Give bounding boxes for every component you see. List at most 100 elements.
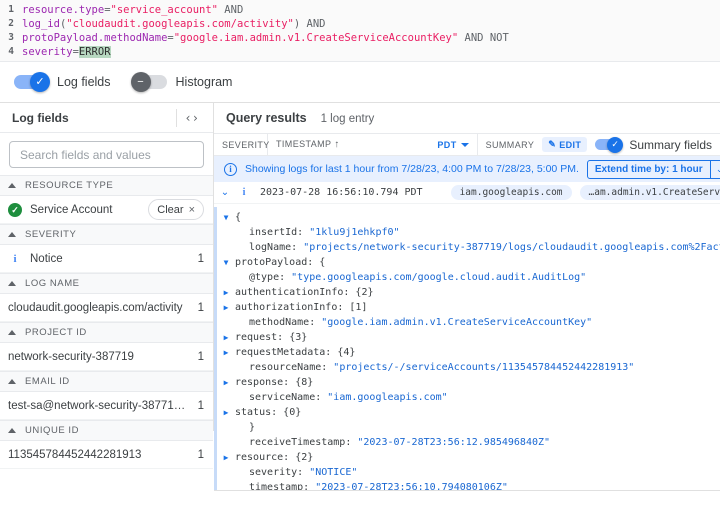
field-value-row[interactable]: ✓Service AccountClear× bbox=[0, 196, 213, 224]
json-brace: {8} bbox=[295, 377, 313, 388]
summary-chips: iam.googleapis.com …am.admin.v1.CreateSer… bbox=[451, 185, 720, 200]
severity-notice-icon: i bbox=[8, 253, 22, 265]
field-group-header[interactable]: RESOURCE TYPE bbox=[0, 175, 213, 196]
log-entry-timestamp: 2023-07-28 16:56:10.794 PDT bbox=[260, 187, 423, 198]
clear-label: Clear bbox=[157, 204, 183, 216]
summary-chip[interactable]: iam.googleapis.com bbox=[451, 185, 572, 200]
expand-triangle-icon[interactable] bbox=[217, 300, 235, 315]
field-value-label: cloudaudit.googleapis.com/activity bbox=[8, 302, 192, 314]
json-line-content: { bbox=[235, 210, 241, 225]
json-brace: {2} bbox=[295, 452, 313, 463]
json-line-content: resource: {2} bbox=[235, 450, 313, 465]
json-value: "2023-07-28T23:56:12.985496840Z" bbox=[357, 437, 550, 448]
view-toggle-bar: ✓ Log fields − Histogram bbox=[0, 62, 720, 103]
field-value-count: 1 bbox=[198, 400, 204, 412]
chevron-down-icon bbox=[461, 143, 469, 147]
line-number: 1 bbox=[0, 3, 22, 17]
severity-notice-icon: i bbox=[236, 187, 252, 198]
log-fields-toggle-group[interactable]: ✓ Log fields bbox=[14, 75, 111, 89]
json-line: resource: {2} bbox=[217, 450, 720, 465]
toggle-knob-icon: ✓ bbox=[30, 72, 50, 92]
query-editor[interactable]: 1resource.type="service_account" AND2log… bbox=[0, 0, 720, 62]
line-number: 3 bbox=[0, 31, 22, 45]
json-line-content: authenticationInfo: {2} bbox=[235, 285, 373, 300]
json-brace: [1] bbox=[349, 302, 367, 313]
query-line-code: protoPayload.methodName="google.iam.admi… bbox=[22, 31, 509, 45]
log-entry-row[interactable]: ⌄ i 2023-07-28 16:56:10.794 PDT iam.goog… bbox=[214, 182, 720, 204]
json-brace: {2} bbox=[355, 287, 373, 298]
json-key: methodName: bbox=[249, 317, 321, 328]
collapse-triangle-icon[interactable] bbox=[217, 210, 235, 225]
expand-entry-icon[interactable]: ⌄ bbox=[214, 187, 236, 198]
histogram-toggle[interactable]: − bbox=[133, 75, 167, 89]
expand-triangle-icon[interactable] bbox=[217, 330, 235, 345]
clear-filter-button[interactable]: Clear× bbox=[148, 199, 204, 220]
time-range-info-bar: i Showing logs for last 1 hour from 7/28… bbox=[214, 156, 720, 182]
column-header-timestamp[interactable]: TIMESTAMP ↑ PDT bbox=[268, 134, 478, 155]
field-value-row[interactable]: 1135457844524422819131 bbox=[0, 441, 213, 469]
code-view-icon[interactable]: ‹› bbox=[176, 109, 207, 127]
sort-ascending-icon[interactable]: ↑ bbox=[334, 139, 339, 150]
log-entry-json[interactable]: {insertId: "1klu9j1ehkpf0"logName: "proj… bbox=[214, 207, 720, 490]
field-value-row[interactable]: network-security-3877191 bbox=[0, 343, 213, 371]
field-group-header[interactable]: SEVERITY bbox=[0, 224, 213, 245]
query-token-kw: AND NOT bbox=[458, 32, 509, 44]
json-line: logName: "projects/network-security-3877… bbox=[217, 240, 720, 255]
expand-triangle-icon[interactable] bbox=[217, 375, 235, 390]
query-line: 4severity=ERROR bbox=[0, 45, 720, 59]
twisty-spacer bbox=[217, 225, 235, 240]
summary-fields-label: Summary fields bbox=[629, 138, 712, 152]
json-value: "1klu9j1ehkpf0" bbox=[309, 227, 399, 238]
field-value-row[interactable]: cloudaudit.googleapis.com/activity 1 bbox=[0, 294, 213, 322]
extend-time-button[interactable]: Extend time by: 1 hour ⌄ bbox=[587, 160, 720, 179]
field-value-label: Notice bbox=[30, 253, 192, 265]
edit-summary-button[interactable]: ✎ EDIT bbox=[542, 137, 587, 152]
field-value-count: 1 bbox=[198, 449, 204, 461]
field-group-header[interactable]: LOG NAME bbox=[0, 273, 213, 294]
panel-divider bbox=[214, 490, 720, 491]
field-value-label: Service Account bbox=[30, 204, 148, 216]
field-value-row[interactable]: iNotice1 bbox=[0, 245, 213, 273]
log-fields-panel: Log fields ‹› RESOURCE TYPE✓Service Acco… bbox=[0, 103, 214, 431]
edit-button-label: EDIT bbox=[559, 140, 581, 150]
json-line: authenticationInfo: {2} bbox=[217, 285, 720, 300]
json-line-content: severity: "NOTICE" bbox=[235, 465, 357, 480]
toggle-knob-icon: ✓ bbox=[607, 137, 623, 153]
histogram-toggle-group[interactable]: − Histogram bbox=[133, 75, 233, 89]
timezone-selector[interactable]: PDT bbox=[437, 140, 468, 150]
chevron-down-icon[interactable]: ⌄ bbox=[710, 161, 720, 178]
json-key: status: bbox=[235, 407, 283, 418]
json-line-content: request: {3} bbox=[235, 330, 307, 345]
json-line: } bbox=[217, 420, 720, 435]
log-entry-count: 1 log entry bbox=[321, 113, 375, 125]
expand-triangle-icon[interactable] bbox=[217, 450, 235, 465]
json-value: "type.googleapis.com/google.cloud.audit.… bbox=[291, 272, 586, 283]
json-line: severity: "NOTICE" bbox=[217, 465, 720, 480]
json-line: timestamp: "2023-07-28T23:56:10.79408010… bbox=[217, 480, 720, 490]
query-line-code: log_id("cloudaudit.googleapis.com/activi… bbox=[22, 17, 325, 31]
field-value-count: 1 bbox=[198, 351, 204, 363]
summary-fields-toggle[interactable]: ✓ bbox=[595, 139, 621, 150]
expand-triangle-icon[interactable] bbox=[217, 285, 235, 300]
collapse-triangle-icon[interactable] bbox=[217, 255, 235, 270]
column-header-severity[interactable]: SEVERITY bbox=[214, 134, 268, 155]
field-group-header[interactable]: PROJECT ID bbox=[0, 322, 213, 343]
expand-triangle-icon[interactable] bbox=[217, 405, 235, 420]
json-key: serviceName: bbox=[249, 392, 327, 403]
time-range-message: Showing logs for last 1 hour from 7/28/2… bbox=[245, 163, 579, 175]
json-line-content: @type: "type.googleapis.com/google.cloud… bbox=[235, 270, 586, 285]
field-value-count: 1 bbox=[198, 302, 204, 314]
expand-triangle-icon[interactable] bbox=[217, 345, 235, 360]
json-key: authenticationInfo: bbox=[235, 287, 355, 298]
field-value-row[interactable]: test-sa@network-security-387719.iam.gser… bbox=[0, 392, 213, 420]
field-group-header[interactable]: UNIQUE ID bbox=[0, 420, 213, 441]
summary-chip[interactable]: …am.admin.v1.CreateServiceAccountK bbox=[580, 185, 720, 200]
search-input[interactable] bbox=[9, 141, 204, 168]
chevron-up-icon bbox=[8, 428, 16, 433]
json-key: request: bbox=[235, 332, 289, 343]
timestamp-column-group: TIMESTAMP ↑ bbox=[276, 139, 339, 150]
query-token-field: log_id bbox=[22, 18, 60, 30]
twisty-spacer bbox=[217, 315, 235, 330]
log-fields-toggle[interactable]: ✓ bbox=[14, 75, 48, 89]
field-group-header[interactable]: EMAIL ID bbox=[0, 371, 213, 392]
